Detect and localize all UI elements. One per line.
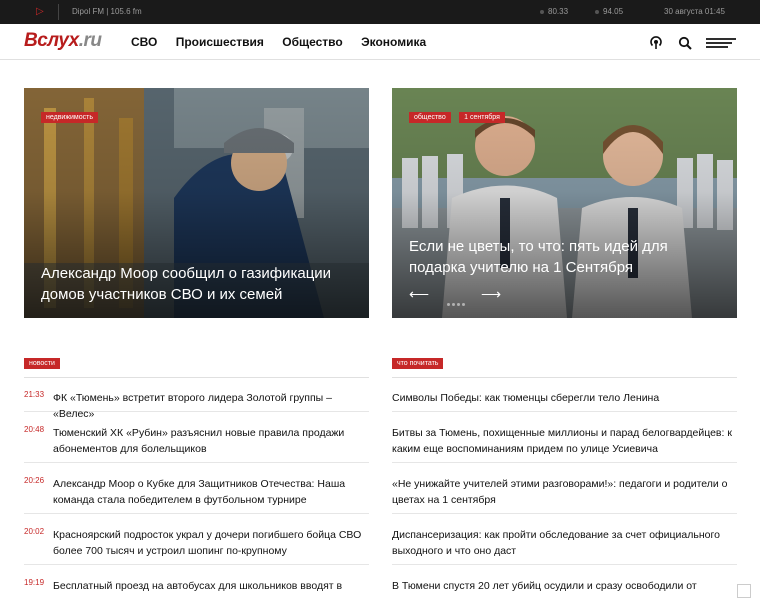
dot-icon — [540, 9, 544, 14]
news-item[interactable]: 20:26 Александр Моор о Кубке для Защитни… — [24, 476, 369, 514]
read-text[interactable]: Битвы за Тюмень, похищенные миллионы и п… — [392, 425, 737, 457]
read-text[interactable]: Диспансеризация: как пройти обследование… — [392, 527, 737, 559]
news-item[interactable]: 20:48 Тюменский ХК «Рубин» разъяснил нов… — [24, 425, 369, 463]
tag-sept-1[interactable]: 1 сентября — [459, 112, 505, 123]
news-time: 20:26 — [24, 476, 45, 485]
nav-item-economy[interactable]: Экономика — [361, 35, 426, 49]
slider-dots — [447, 293, 467, 311]
tag-society[interactable]: общество — [409, 112, 451, 123]
play-icon[interactable]: ▷ — [36, 6, 48, 18]
main-nav: СВО Происшествия Общество Экономика — [131, 35, 441, 49]
logo-main: Вслух — [24, 30, 79, 51]
nav-item-society[interactable]: Общество — [282, 35, 343, 49]
eur-value: 94.05 — [603, 7, 624, 16]
hero-title[interactable]: Александр Моор сообщил о газификации дом… — [41, 263, 356, 305]
news-text[interactable]: Красноярский подросток украл у дочери по… — [53, 527, 369, 559]
current-date: 30 августа 01:45 — [664, 7, 725, 16]
hero-card-teacher-gifts[interactable]: общество 1 сентября Если не цветы, то чт… — [392, 88, 737, 318]
news-time: 20:02 — [24, 527, 45, 536]
divider — [24, 377, 369, 378]
search-icon[interactable] — [678, 36, 692, 50]
news-time: 19:19 — [24, 578, 45, 587]
read-item[interactable]: «Не унижайте учителей этими разговорами!… — [392, 476, 737, 514]
radio-icon[interactable] — [649, 35, 663, 50]
arrow-right-icon[interactable]: ⟶ — [481, 287, 501, 301]
hero-title[interactable]: Если не цветы, то что: пять идей для под… — [409, 236, 709, 278]
news-item[interactable]: 21:33 ФК «Тюмень» встретит второго лидер… — [24, 390, 369, 420]
news-time: 21:33 — [24, 390, 45, 399]
read-item[interactable]: Символы Победы: как тюменцы сберегли тел… — [392, 390, 737, 412]
menu-icon[interactable] — [706, 36, 736, 50]
read-item[interactable]: В Тюмени спустя 20 лет убийц осудили и с… — [392, 578, 737, 600]
news-text[interactable]: ФК «Тюмень» встретит второго лидера Золо… — [53, 390, 369, 422]
header-icons — [639, 34, 736, 50]
read-text[interactable]: Символы Победы: как тюменцы сберегли тел… — [392, 390, 737, 406]
hero-tags: общество 1 сентября — [409, 106, 509, 124]
radio-station[interactable]: Dipol FM | 105.6 fm — [72, 7, 142, 16]
read-item[interactable]: Диспансеризация: как пройти обследование… — [392, 527, 737, 565]
divider — [392, 377, 737, 378]
nav-item-incidents[interactable]: Происшествия — [176, 35, 264, 49]
usd-value: 80.33 — [548, 7, 569, 16]
section-label[interactable]: новости — [24, 358, 60, 369]
nav-item-svo[interactable]: СВО — [131, 35, 157, 49]
reads-section: что почитать Символы Победы: как тюменцы… — [392, 352, 737, 592]
news-time: 20:48 — [24, 425, 45, 434]
read-text[interactable]: В Тюмени спустя 20 лет убийц осудили и с… — [392, 578, 737, 594]
divider — [58, 4, 59, 20]
read-text[interactable]: «Не унижайте учителей этими разговорами!… — [392, 476, 737, 508]
news-text[interactable]: Бесплатный проезд на автобусах для школь… — [53, 578, 369, 594]
usd-rate: 80.33 — [540, 7, 568, 16]
news-item[interactable]: 20:02 Красноярский подросток украл у доч… — [24, 527, 369, 565]
news-item[interactable]: 19:19 Бесплатный проезд на автобусах для… — [24, 578, 369, 600]
radio-bar: ▷ Dipol FM | 105.6 fm 80.33 94.05 30 авг… — [0, 0, 760, 24]
scroll-up-button[interactable] — [737, 584, 751, 598]
news-section: новости 21:33 ФК «Тюмень» встретит второ… — [24, 352, 369, 592]
tag-realty[interactable]: недвижимость — [41, 112, 98, 123]
news-text[interactable]: Александр Моор о Кубке для Защитников От… — [53, 476, 369, 508]
dot-icon — [595, 9, 599, 14]
section-label[interactable]: что почитать — [392, 358, 444, 369]
hero-card-gasification[interactable]: недвижимость Александр Моор сообщил о га… — [24, 88, 369, 318]
news-text[interactable]: Тюменский ХК «Рубин» разъяснил новые пра… — [53, 425, 369, 457]
hero-tags: недвижимость — [41, 106, 102, 124]
eur-rate: 94.05 — [595, 7, 623, 16]
arrow-left-icon[interactable]: ⟵ — [409, 287, 429, 301]
read-item[interactable]: Битвы за Тюмень, похищенные миллионы и п… — [392, 425, 737, 463]
site-header: Вслух.ru СВО Происшествия Общество Эконо… — [0, 24, 760, 60]
slider-controls: ⟵ ⟶ — [409, 287, 509, 306]
logo-ext: .ru — [78, 30, 102, 51]
site-logo[interactable]: Вслух.ru — [24, 30, 102, 52]
